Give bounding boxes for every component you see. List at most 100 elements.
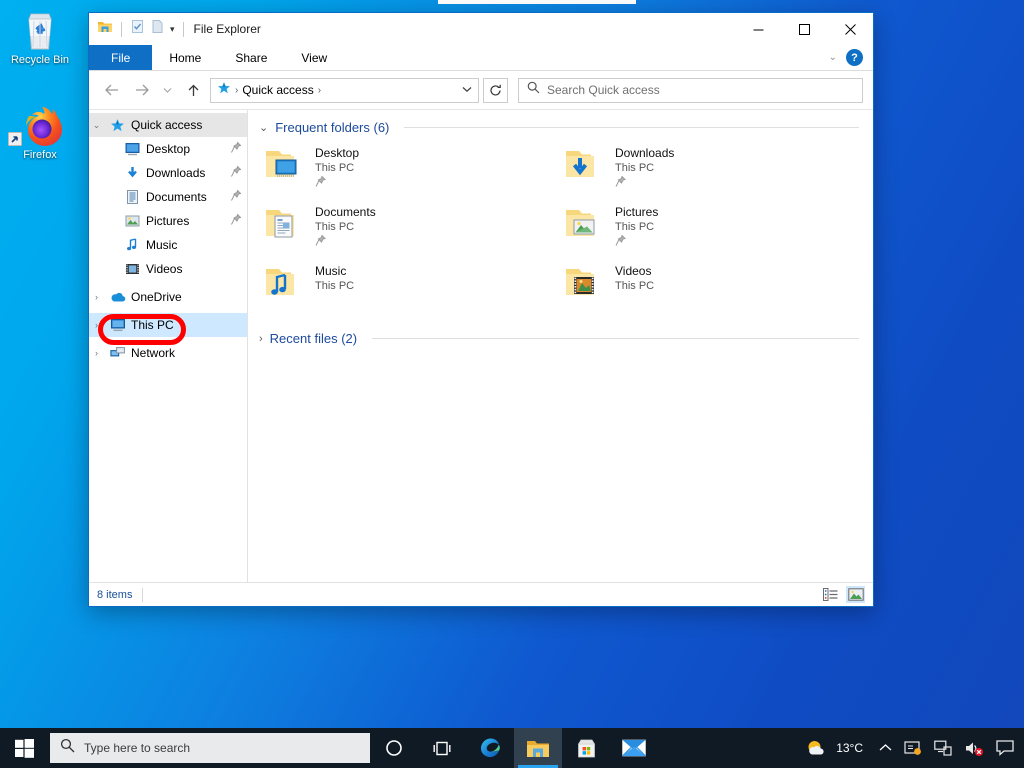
window-titlebar: ▾ File Explorer	[89, 13, 873, 45]
address-bar[interactable]: › Quick access ›	[210, 77, 479, 103]
folder-name: Pictures	[615, 205, 659, 219]
chevron-right-icon[interactable]: ›	[89, 348, 104, 358]
microsoft-store-icon[interactable]	[562, 728, 610, 768]
content-pane: ⌄ Frequent folders (6) Desktop This PC D…	[248, 110, 873, 582]
weather-partly-sunny-icon[interactable]	[799, 728, 833, 768]
back-button[interactable]	[99, 77, 125, 103]
tab-view[interactable]: View	[284, 45, 344, 70]
recycle-bin-icon	[0, 8, 80, 54]
sidebar-item-music[interactable]: Music	[89, 233, 247, 257]
folder-tile-downloads[interactable]: Downloads This PC	[559, 144, 859, 193]
close-button[interactable]	[827, 13, 873, 45]
folder-tile-videos[interactable]: Videos This PC	[559, 262, 859, 306]
star-icon	[109, 118, 126, 133]
frequent-folders-title: Frequent folders (6)	[275, 120, 390, 135]
start-button[interactable]	[0, 728, 48, 768]
chevron-right-icon[interactable]: ›	[89, 292, 104, 302]
taskbar-search-box[interactable]: Type here to search	[50, 733, 370, 763]
refresh-button[interactable]	[483, 77, 508, 103]
task-view-icon[interactable]	[418, 728, 466, 768]
sidebar-item-documents[interactable]: Documents	[89, 185, 247, 209]
sidebar-item-desktop[interactable]: Desktop	[89, 137, 247, 161]
header-rule	[372, 338, 859, 339]
navigation-pane: ⌄ Quick access Desktop Downloads Documen…	[89, 110, 248, 582]
network-tray-icon[interactable]	[928, 728, 958, 768]
folder-tile-music[interactable]: Music This PC	[259, 262, 559, 306]
large-icons-view-button[interactable]	[846, 586, 865, 603]
recent-locations-button[interactable]	[159, 77, 176, 103]
pin-icon	[615, 175, 674, 191]
address-dropdown-caret[interactable]	[462, 85, 472, 95]
chevron-down-icon[interactable]: ⌄	[89, 120, 104, 131]
downloads-icon	[124, 166, 141, 180]
recent-files-title: Recent files (2)	[269, 331, 358, 346]
chevron-right-icon[interactable]: ›	[259, 333, 263, 345]
search-box[interactable]: Search Quick access	[518, 77, 863, 103]
action-center-icon[interactable]	[990, 728, 1020, 768]
volume-muted-icon[interactable]	[958, 728, 990, 768]
window-body: ⌄ Quick access Desktop Downloads Documen…	[89, 109, 873, 582]
sidebar-item-label: Music	[146, 238, 178, 252]
documents-icon	[124, 190, 141, 204]
up-button[interactable]	[180, 77, 206, 103]
sidebar-item-label: Quick access	[131, 118, 203, 132]
folder-pictures-icon	[563, 205, 607, 245]
tab-home[interactable]: Home	[152, 45, 218, 70]
sidebar-item-label: This PC	[131, 318, 174, 332]
help-button[interactable]: ?	[846, 49, 863, 66]
desktop-icon-recycle-bin[interactable]: Recycle Bin	[0, 8, 80, 67]
maximize-button[interactable]	[781, 13, 827, 45]
chevron-down-icon[interactable]: ⌄	[259, 121, 268, 134]
taskbar: Type here to search 13°C	[0, 728, 1024, 768]
sidebar-item-this-pc[interactable]: › This PC	[89, 313, 247, 337]
music-icon	[124, 238, 141, 252]
tab-file[interactable]: File	[89, 45, 153, 70]
cortana-icon[interactable]	[370, 728, 418, 768]
folder-location: This PC	[315, 280, 355, 292]
sidebar-item-network[interactable]: › Network	[89, 341, 247, 365]
show-hidden-icons-chevron[interactable]	[873, 728, 898, 768]
minimize-button[interactable]	[735, 13, 781, 45]
onedrive-tray-icon[interactable]	[898, 728, 928, 768]
quick-access-toolbar: ▾	[97, 19, 187, 39]
search-input[interactable]: Search Quick access	[547, 83, 660, 97]
sidebar-item-downloads[interactable]: Downloads	[89, 161, 247, 185]
folder-downloads-icon	[563, 146, 607, 186]
folder-name: Downloads	[615, 146, 675, 160]
frequent-folders-header[interactable]: ⌄ Frequent folders (6)	[259, 120, 859, 135]
header-rule	[404, 127, 859, 128]
recent-files-header[interactable]: › Recent files (2)	[259, 331, 859, 346]
explorer-icon[interactable]	[97, 19, 113, 39]
file-explorer-icon[interactable]	[514, 728, 562, 768]
customize-qat-caret[interactable]: ▾	[170, 24, 175, 35]
desktop-icon-label: Recycle Bin	[10, 54, 70, 66]
crumb-separator-2[interactable]: ›	[318, 85, 321, 96]
pictures-icon	[124, 214, 141, 228]
details-view-button[interactable]	[821, 586, 840, 603]
pin-icon	[231, 213, 242, 228]
item-count: 8 items	[97, 588, 133, 601]
pin-icon	[231, 141, 242, 156]
sidebar-item-onedrive[interactable]: › OneDrive	[89, 285, 247, 309]
sidebar-item-videos[interactable]: Videos	[89, 257, 247, 281]
tab-share[interactable]: Share	[218, 45, 284, 70]
qat-separator	[121, 21, 122, 37]
folder-location: This PC	[315, 162, 355, 174]
folder-tile-documents[interactable]: Documents This PC	[259, 203, 559, 252]
taskbar-search-input[interactable]: Type here to search	[84, 741, 190, 755]
folder-tile-desktop[interactable]: Desktop This PC	[259, 144, 559, 193]
forward-button[interactable]	[129, 77, 155, 103]
new-folder-icon[interactable]	[150, 19, 165, 39]
chevron-right-icon[interactable]: ›	[89, 320, 104, 330]
sidebar-item-pictures[interactable]: Pictures	[89, 209, 247, 233]
sidebar-item-quick-access[interactable]: ⌄ Quick access	[89, 113, 247, 137]
folder-tile-pictures[interactable]: Pictures This PC	[559, 203, 859, 252]
quick-access-star-icon	[217, 81, 231, 100]
properties-icon[interactable]	[130, 19, 145, 39]
edge-icon[interactable]	[466, 728, 514, 768]
desktop-icon-firefox[interactable]: Firefox	[0, 103, 80, 162]
breadcrumb-quick-access[interactable]: Quick access	[242, 83, 313, 97]
mail-icon[interactable]	[610, 728, 658, 768]
pin-icon	[231, 189, 242, 204]
chevron-down-icon[interactable]: ⌄	[829, 52, 837, 63]
